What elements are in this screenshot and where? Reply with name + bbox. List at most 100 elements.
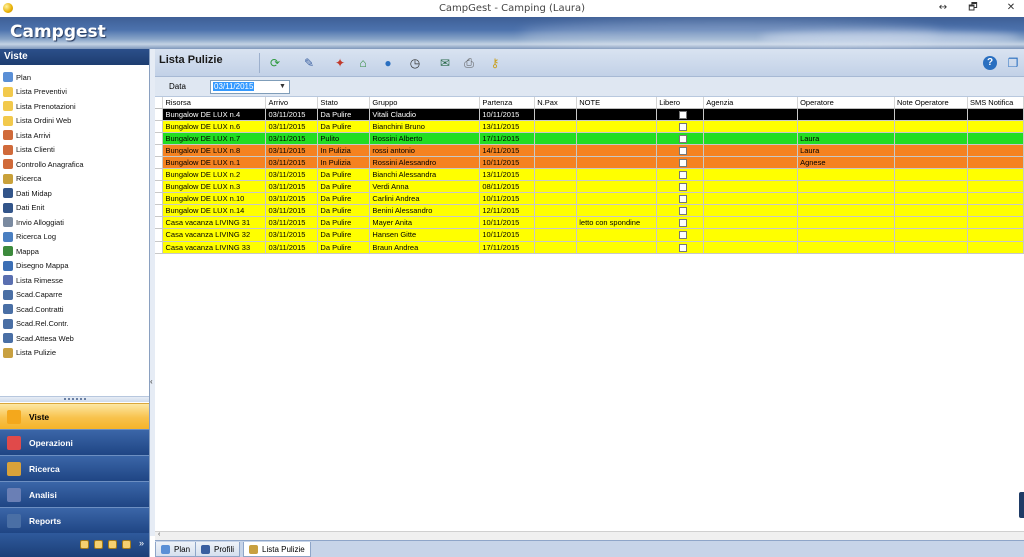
- cell-operatore[interactable]: [797, 180, 895, 194]
- table-row[interactable]: Bungalow DE LUX n.2 03/11/2015 Da Pulire Bi…: [155, 168, 1024, 182]
- column-header[interactable]: Agenzia: [703, 97, 799, 109]
- cell-note[interactable]: [576, 108, 658, 121]
- cell-stato[interactable]: In Pulizia: [317, 144, 371, 157]
- cell-arrivo[interactable]: 03/11/2015: [265, 204, 319, 218]
- libero-checkbox[interactable]: [679, 158, 688, 167]
- cell-sms[interactable]: [967, 144, 1024, 157]
- cell-partenza[interactable]: 08/11/2015: [479, 180, 536, 194]
- cell-npax[interactable]: [534, 108, 578, 121]
- cell-npax[interactable]: [534, 132, 578, 145]
- column-header[interactable]: Note Operatore: [894, 97, 968, 109]
- cell-gruppo[interactable]: Rossini Alberto: [369, 132, 481, 145]
- libero-checkbox[interactable]: [679, 195, 688, 204]
- column-header[interactable]: Stato: [317, 97, 371, 109]
- libero-cell[interactable]: [656, 204, 705, 218]
- column-header[interactable]: Arrivo: [265, 97, 319, 109]
- cell-gruppo[interactable]: Verdi Anna: [369, 180, 481, 194]
- cell-stato[interactable]: Da Pulire: [317, 241, 371, 254]
- cell-operatore[interactable]: [797, 108, 895, 121]
- scroll-left-icon[interactable]: ‹: [158, 531, 160, 538]
- cell-note_operatore[interactable]: [894, 144, 968, 157]
- stopwatch-icon[interactable]: ◷: [405, 53, 425, 73]
- cell-partenza[interactable]: 17/11/2015: [479, 132, 536, 145]
- cell-arrivo[interactable]: 03/11/2015: [265, 216, 319, 230]
- sidebar-item[interactable]: Dati Midap: [0, 186, 149, 201]
- nav-button[interactable]: Viste: [0, 403, 149, 429]
- cell-risorsa[interactable]: Bungalow DE LUX n.3: [162, 180, 267, 194]
- cell-arrivo[interactable]: 03/11/2015: [265, 132, 319, 145]
- cell-agenzia[interactable]: [703, 168, 799, 182]
- cell-gruppo[interactable]: Hansen Gitte: [369, 228, 481, 242]
- nav-mini-icon[interactable]: [80, 540, 89, 549]
- cell-note_operatore[interactable]: [894, 108, 968, 121]
- cell-risorsa[interactable]: Casa vacanza LIVING 32: [162, 228, 267, 242]
- sidebar-item[interactable]: Scad.Rel.Contr.: [0, 317, 149, 332]
- cell-gruppo[interactable]: rossi antonio: [369, 144, 481, 157]
- libero-checkbox[interactable]: [679, 110, 688, 119]
- horizontal-scrollbar[interactable]: ‹: [155, 531, 1024, 540]
- sidebar-item[interactable]: Lista Clienti: [0, 143, 149, 158]
- cell-operatore[interactable]: Laura: [797, 132, 895, 145]
- cell-risorsa[interactable]: Bungalow DE LUX n.4: [162, 108, 267, 121]
- cell-operatore[interactable]: [797, 216, 895, 230]
- cell-npax[interactable]: [534, 144, 578, 157]
- globe-icon[interactable]: ●: [378, 53, 398, 73]
- libero-checkbox[interactable]: [679, 231, 688, 240]
- cell-note_operatore[interactable]: [894, 228, 968, 242]
- libero-cell[interactable]: [656, 192, 705, 206]
- tab[interactable]: Profili: [195, 542, 241, 557]
- cell-arrivo[interactable]: 03/11/2015: [265, 192, 319, 206]
- cell-note_operatore[interactable]: [894, 180, 968, 194]
- cell-sms[interactable]: [967, 108, 1024, 121]
- column-header[interactable]: Gruppo: [369, 97, 481, 109]
- row-selector[interactable]: [155, 168, 164, 182]
- tab[interactable]: Lista Pulizie: [243, 542, 311, 557]
- cell-operatore[interactable]: [797, 204, 895, 218]
- libero-checkbox[interactable]: [679, 183, 688, 192]
- cell-sms[interactable]: [967, 132, 1024, 145]
- cell-stato[interactable]: Pulito: [317, 132, 371, 145]
- sidebar-item[interactable]: Disegno Mappa: [0, 259, 149, 274]
- cell-agenzia[interactable]: [703, 216, 799, 230]
- cell-partenza[interactable]: 17/11/2015: [479, 241, 536, 254]
- cell-npax[interactable]: [534, 228, 578, 242]
- cell-stato[interactable]: Da Pulire: [317, 168, 371, 182]
- cell-agenzia[interactable]: [703, 108, 799, 121]
- cell-gruppo[interactable]: Bianchini Bruno: [369, 120, 481, 133]
- cell-sms[interactable]: [967, 216, 1024, 230]
- cell-risorsa[interactable]: Bungalow DE LUX n.14: [162, 204, 267, 218]
- table-row[interactable]: Bungalow DE LUX n.8 03/11/2015 In Pulizia r…: [155, 144, 1024, 157]
- cell-npax[interactable]: [534, 180, 578, 194]
- cell-gruppo[interactable]: Rossini Alessandro: [369, 156, 481, 169]
- cell-arrivo[interactable]: 03/11/2015: [265, 168, 319, 182]
- cell-agenzia[interactable]: [703, 241, 799, 254]
- help-icon[interactable]: ?: [980, 53, 1000, 73]
- cell-agenzia[interactable]: [703, 132, 799, 145]
- libero-checkbox[interactable]: [679, 207, 688, 216]
- cell-gruppo[interactable]: Bianchi Alessandra: [369, 168, 481, 182]
- cell-gruppo[interactable]: Braun Andrea: [369, 241, 481, 254]
- cell-npax[interactable]: [534, 204, 578, 218]
- cell-note[interactable]: [576, 180, 658, 194]
- cell-npax[interactable]: [534, 216, 578, 230]
- nav-more-button[interactable]: »: [139, 538, 144, 548]
- libero-cell[interactable]: [656, 180, 705, 194]
- column-header[interactable]: N.Pax: [534, 97, 578, 109]
- cell-arrivo[interactable]: 03/11/2015: [265, 156, 319, 169]
- cell-note_operatore[interactable]: [894, 156, 968, 169]
- nav-button[interactable]: Reports: [0, 507, 149, 533]
- restore-button[interactable]: ↔: [936, 2, 950, 14]
- cell-sms[interactable]: [967, 228, 1024, 242]
- cell-operatore[interactable]: Agnese: [797, 156, 895, 169]
- row-selector[interactable]: [155, 241, 164, 254]
- cell-npax[interactable]: [534, 156, 578, 169]
- cell-sms[interactable]: [967, 241, 1024, 254]
- nav-button[interactable]: Operazioni: [0, 429, 149, 455]
- table-row[interactable]: Bungalow DE LUX n.6 03/11/2015 Da Pulire Bi…: [155, 120, 1024, 133]
- sidebar-item[interactable]: Controllo Anagrafica: [0, 157, 149, 172]
- print-icon[interactable]: ⎙: [459, 53, 479, 73]
- sidebar-item[interactable]: Mappa: [0, 244, 149, 259]
- cell-partenza[interactable]: 10/11/2015: [479, 192, 536, 206]
- cell-risorsa[interactable]: Bungalow DE LUX n.6: [162, 120, 267, 133]
- cell-operatore[interactable]: [797, 168, 895, 182]
